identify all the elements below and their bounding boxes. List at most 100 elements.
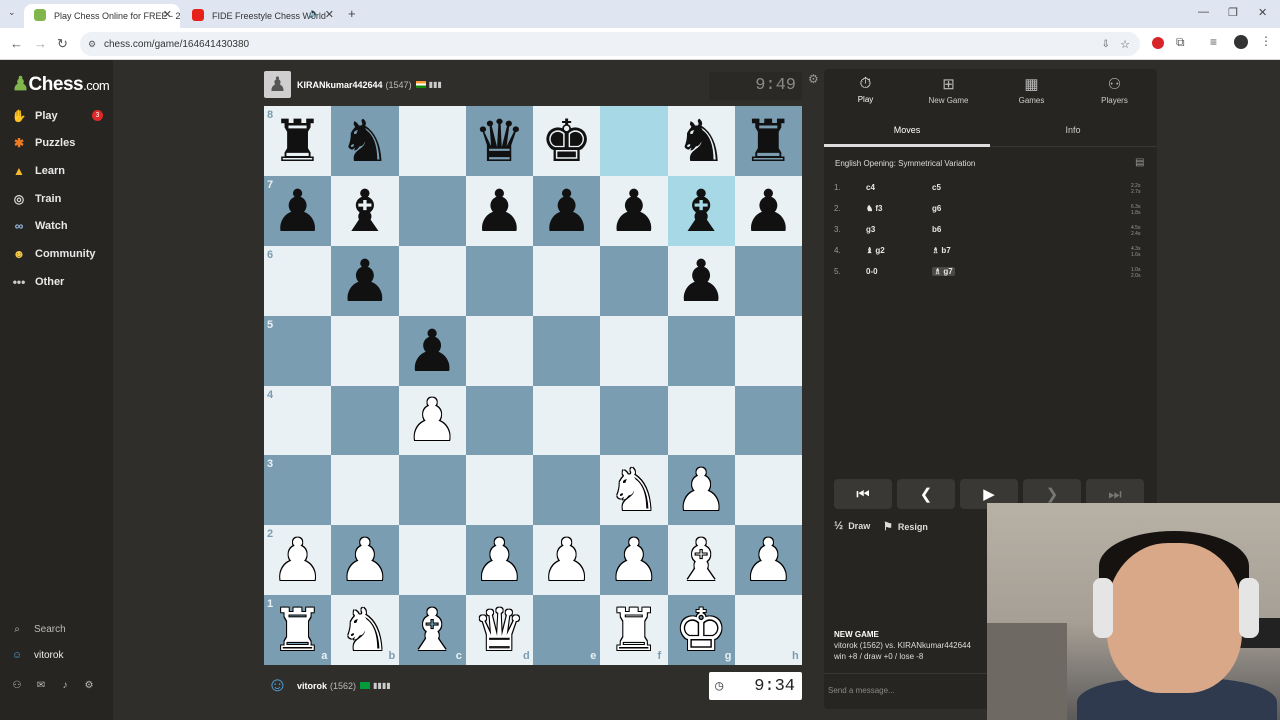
square-c2[interactable] (398, 525, 466, 596)
white-move[interactable]: ♝ g2 (866, 246, 885, 255)
black-rook-icon[interactable]: ♜ (742, 112, 794, 170)
square-e3[interactable] (533, 455, 601, 526)
opening-book-icon[interactable]: ▤ (1135, 157, 1144, 168)
resign-button[interactable]: ⚑ Resign (883, 520, 928, 533)
square-e6[interactable] (533, 245, 601, 316)
first-move-button[interactable]: ⏮ (834, 479, 892, 509)
chess-logo[interactable]: ♟Chess.com (12, 73, 110, 96)
square-d3[interactable] (465, 455, 533, 526)
square-b6[interactable]: ♟ (331, 245, 399, 316)
black-pawn-icon[interactable]: ♟ (339, 252, 391, 310)
square-f8[interactable] (600, 106, 668, 176)
square-g6[interactable]: ♟ (667, 245, 735, 316)
square-b4[interactable] (331, 385, 399, 456)
black-pawn-icon[interactable]: ♟ (675, 252, 727, 310)
profile-avatar[interactable] (1234, 35, 1248, 49)
draw-button[interactable]: ½ Draw (834, 520, 870, 532)
white-move[interactable]: 0-0 (866, 267, 878, 276)
black-pawn-icon[interactable]: ♟ (473, 182, 525, 240)
square-e2[interactable]: ♟ (533, 525, 601, 596)
white-bishop-icon[interactable]: ♝ (675, 531, 727, 589)
square-a3[interactable] (264, 455, 332, 526)
extensions-puzzle-icon[interactable]: ⧉ (1176, 35, 1185, 50)
square-a8[interactable]: ♜ (264, 106, 332, 176)
black-pawn-icon[interactable]: ♟ (742, 182, 794, 240)
forward-icon[interactable]: → (34, 36, 47, 51)
sidebar-item-train[interactable]: ◎ Train (10, 188, 62, 210)
black-knight-icon[interactable]: ♞ (675, 112, 727, 170)
white-bishop-icon[interactable]: ♝ (406, 601, 458, 659)
square-h6[interactable] (734, 245, 802, 316)
browser-tab-youtube[interactable]: FIDE Freestyle Chess World 🔈 ✕ (182, 4, 342, 28)
mail-icon[interactable]: ✉ (34, 680, 48, 691)
media-control-icon[interactable]: ≡ (1210, 35, 1217, 49)
tab-games[interactable]: ▦ Games (990, 69, 1073, 117)
tab-info[interactable]: Info (990, 117, 1156, 147)
square-a4[interactable] (264, 385, 332, 456)
square-g7[interactable]: ♝ (667, 175, 735, 246)
reload-icon[interactable]: ↻ (57, 36, 68, 52)
square-f7[interactable]: ♟ (600, 175, 668, 246)
close-icon[interactable]: ✕ (163, 8, 172, 21)
square-d8[interactable]: ♛ (465, 106, 533, 176)
sidebar-item-watch[interactable]: ∞ Watch (10, 215, 68, 237)
black-move[interactable]: ♗ b7 (932, 246, 951, 255)
white-pawn-icon[interactable]: ♟ (541, 531, 593, 589)
black-move[interactable]: b6 (932, 225, 941, 234)
tab-new-game[interactable]: ⊞ New Game (907, 69, 990, 117)
square-g2[interactable]: ♝ (667, 525, 735, 596)
square-d5[interactable] (465, 315, 533, 386)
extension-opera-icon[interactable] (1152, 37, 1164, 49)
browser-tab-chess[interactable]: Play Chess Online for FREE - 2 P ✕ (24, 4, 180, 28)
square-h5[interactable] (734, 315, 802, 386)
black-move[interactable]: ♗ g7 (932, 267, 955, 276)
chess-board[interactable]: ♜ ♞ ♛ ♚ ♞ ♜ ♟ ♝ ♟ ♟ ♟ ♝ ♟ ♟ ♟ ♟ ♟ ♞ ♟ ♟ ♟ ♟ ♟ ♟ ♝ ♟ ♜ ♞ ♝ ♛ ♜ ♚ 8 7 6 5 4 3 2 1… (264, 106, 802, 665)
square-f5[interactable] (600, 315, 668, 386)
square-c3[interactable] (398, 455, 466, 526)
site-info-icon[interactable]: ⚙ (88, 39, 96, 50)
sidebar-item-community[interactable]: ☻ Community (10, 243, 96, 265)
square-d2[interactable]: ♟ (465, 525, 533, 596)
black-pawn-icon[interactable]: ♟ (406, 322, 458, 380)
square-a5[interactable] (264, 315, 332, 386)
black-rook-icon[interactable]: ♜ (272, 112, 324, 170)
white-knight-icon[interactable]: ♞ (339, 601, 391, 659)
square-e8[interactable]: ♚ (533, 106, 601, 176)
bell-icon[interactable]: ♪ (58, 680, 72, 691)
white-rook-icon[interactable]: ♜ (608, 601, 660, 659)
opponent-avatar[interactable]: ♟ (264, 71, 291, 98)
square-f3[interactable]: ♞ (600, 455, 668, 526)
white-pawn-icon[interactable]: ♟ (473, 531, 525, 589)
square-b7[interactable]: ♝ (331, 175, 399, 246)
restore-icon[interactable]: ❐ (1228, 6, 1238, 19)
square-e5[interactable] (533, 315, 601, 386)
square-e7[interactable]: ♟ (533, 175, 601, 246)
white-pawn-icon[interactable]: ♟ (742, 531, 794, 589)
sidebar-item-other[interactable]: ••• Other (10, 271, 65, 293)
player-name[interactable]: vitorok (297, 681, 327, 691)
square-g5[interactable] (667, 315, 735, 386)
square-d7[interactable]: ♟ (465, 175, 533, 246)
square-f4[interactable] (600, 385, 668, 456)
square-a6[interactable] (264, 245, 332, 316)
url-input[interactable]: ⚙ chess.com/game/164641430380 ⇩ ☆ (80, 32, 1140, 56)
square-c8[interactable] (398, 106, 466, 176)
white-move[interactable]: g3 (866, 225, 875, 234)
square-b8[interactable]: ♞ (331, 106, 399, 176)
sidebar-item-learn[interactable]: ▲ Learn (10, 160, 65, 182)
black-bishop-icon[interactable]: ♝ (675, 182, 727, 240)
black-move[interactable]: g6 (932, 204, 941, 213)
tab-search-icon[interactable]: ⌄ (8, 7, 16, 18)
board-settings-gear-icon[interactable]: ⚙ (808, 72, 819, 86)
square-b5[interactable] (331, 315, 399, 386)
square-c6[interactable] (398, 245, 466, 316)
square-f2[interactable]: ♟ (600, 525, 668, 596)
sidebar-item-puzzles[interactable]: ✱ Puzzles (10, 132, 75, 154)
tab-play[interactable]: ⏱ Play (824, 69, 907, 117)
white-pawn-icon[interactable]: ♟ (272, 531, 324, 589)
square-g4[interactable] (667, 385, 735, 456)
square-h7[interactable]: ♟ (734, 175, 802, 246)
square-a7[interactable]: ♟ (264, 175, 332, 246)
back-icon[interactable]: ← (10, 36, 23, 51)
square-c5[interactable]: ♟ (398, 315, 466, 386)
